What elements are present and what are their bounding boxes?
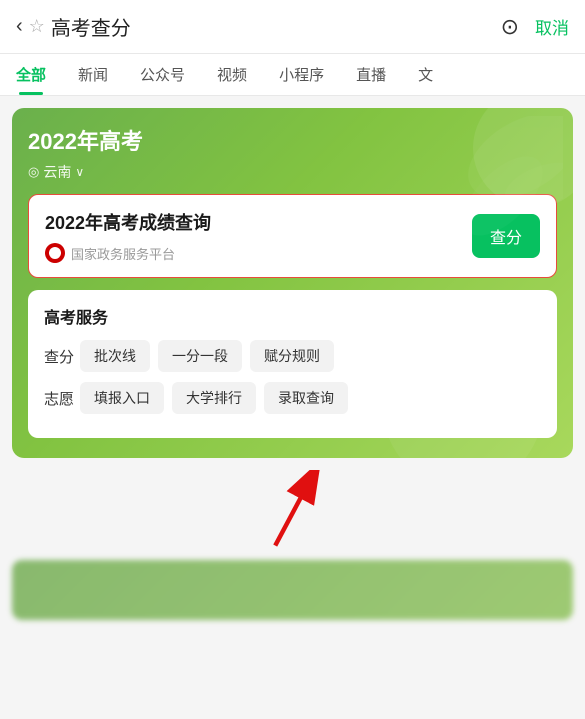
tab-news[interactable]: 新闻 bbox=[62, 54, 124, 95]
page-title: 高考查分 bbox=[51, 12, 131, 41]
tab-all[interactable]: 全部 bbox=[0, 54, 62, 95]
source-logo-inner bbox=[49, 247, 61, 259]
tab-mini[interactable]: 小程序 bbox=[263, 54, 340, 95]
tag-yifenyiduan[interactable]: 一分一段 bbox=[158, 340, 242, 372]
top-bar-left: ‹ ☆ 高考查分 bbox=[16, 12, 131, 41]
result-card-source: 国家政务服务平台 bbox=[45, 243, 211, 263]
top-bar: ‹ ☆ 高考查分 ⊙ 取消 bbox=[0, 0, 585, 54]
tag-pici[interactable]: 批次线 bbox=[80, 340, 150, 372]
services-row-zhiyuan: 志愿 填报入口 大学排行 录取查询 bbox=[44, 382, 541, 414]
tag-luqu[interactable]: 录取查询 bbox=[264, 382, 348, 414]
leaf-decoration bbox=[403, 116, 563, 246]
tab-video[interactable]: 视频 bbox=[201, 54, 263, 95]
tab-bar: 全部 新闻 公众号 视频 小程序 直播 文 bbox=[0, 54, 585, 96]
source-name: 国家政务服务平台 bbox=[71, 244, 175, 263]
services-row-label-score: 查分 bbox=[44, 346, 80, 367]
services-tags-score: 批次线 一分一段 赋分规则 bbox=[80, 340, 334, 372]
result-card-title: 2022年高考成绩查询 bbox=[45, 209, 211, 235]
location-text: 云南 bbox=[43, 162, 71, 182]
services-section: 高考服务 查分 批次线 一分一段 赋分规则 志愿 填报入口 大学排行 录取查询 bbox=[28, 290, 557, 438]
tag-fufen[interactable]: 赋分规则 bbox=[250, 340, 334, 372]
bottom-blur-section bbox=[12, 560, 573, 620]
services-row-label-zhiyuan: 志愿 bbox=[44, 388, 80, 409]
tag-tianbao[interactable]: 填报入口 bbox=[80, 382, 164, 414]
tag-daxue[interactable]: 大学排行 bbox=[172, 382, 256, 414]
top-bar-right: ⊙ 取消 bbox=[501, 14, 569, 40]
result-card-left: 2022年高考成绩查询 国家政务服务平台 bbox=[45, 209, 211, 263]
location-icon: ◎ bbox=[28, 164, 39, 180]
cancel-button[interactable]: 取消 bbox=[535, 14, 569, 39]
services-title: 高考服务 bbox=[44, 304, 541, 328]
tab-text[interactable]: 文 bbox=[402, 54, 449, 95]
back-button[interactable]: ‹ bbox=[16, 15, 23, 38]
tab-live[interactable]: 直播 bbox=[340, 54, 402, 95]
services-row-score: 查分 批次线 一分一段 赋分规则 bbox=[44, 340, 541, 372]
chevron-down-icon[interactable]: ∨ bbox=[75, 165, 84, 179]
camera-icon[interactable]: ⊙ bbox=[501, 14, 519, 40]
source-logo bbox=[45, 243, 65, 263]
tab-official[interactable]: 公众号 bbox=[124, 54, 201, 95]
services-tags-zhiyuan: 填报入口 大学排行 录取查询 bbox=[80, 382, 348, 414]
star-icon[interactable]: ☆ bbox=[29, 16, 45, 37]
red-arrow bbox=[12, 470, 573, 550]
banner-card: 2022年高考 ◎ 云南 ∨ 2022年高考成绩查询 国家政务服务平台 查分 高… bbox=[12, 108, 573, 458]
main-content: 2022年高考 ◎ 云南 ∨ 2022年高考成绩查询 国家政务服务平台 查分 高… bbox=[0, 96, 585, 632]
